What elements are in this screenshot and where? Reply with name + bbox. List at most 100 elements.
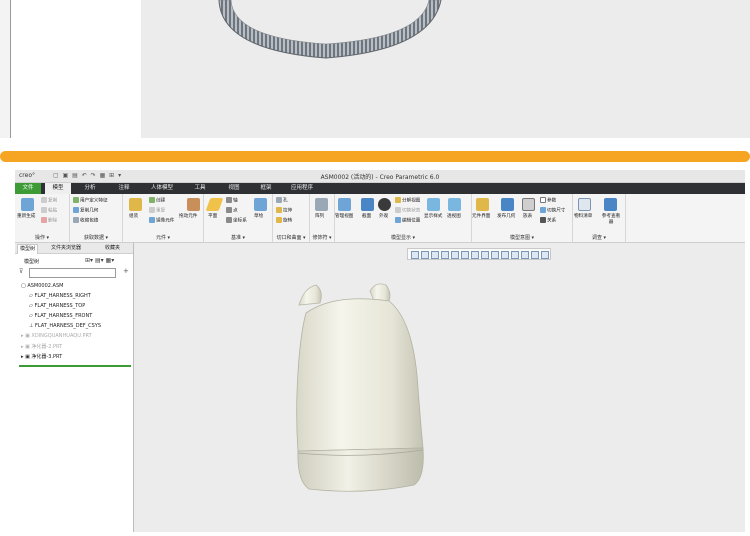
publish-geometry-button[interactable]: 发布几何 (497, 213, 515, 219)
tree-node-datum[interactable]: ▱ FLAT_HARNESS_FRONT (29, 313, 92, 319)
manage-views-button[interactable]: 管理视图 (335, 213, 353, 219)
tree-node-datum[interactable]: ▱ FLAT_HARNESS_TOP (29, 303, 85, 309)
previous-sidebar (10, 0, 142, 138)
tab-tools[interactable]: 工具 (187, 183, 213, 194)
tree-node-part[interactable]: ▸ ▣ 净化器-3.PRT (21, 353, 62, 360)
tree-search-input[interactable] (29, 268, 116, 278)
mirror-icon (149, 217, 155, 223)
publish-geometry-icon (501, 198, 514, 211)
tab-annotate[interactable]: 注释 (111, 183, 137, 194)
group-label-datum: 基准 ▾ (230, 235, 246, 241)
toggle-status-button[interactable]: 切换状态 (395, 207, 420, 214)
explode-view-button[interactable]: 分解视图 (395, 197, 420, 204)
tab-framework[interactable]: 框架 (253, 183, 279, 194)
regenerate-button[interactable]: 重新生成 (17, 213, 35, 219)
drag-component-button[interactable]: 拖动元件 (179, 213, 197, 219)
parameters-icon (540, 197, 546, 203)
filter-icon[interactable]: ⊽ (19, 268, 23, 275)
sketch-button[interactable]: 草绘 (254, 213, 263, 219)
tab-file[interactable]: 文件 (15, 183, 41, 194)
display-style-icon[interactable] (471, 251, 479, 259)
tree-node-datum[interactable]: ▱ FLAT_HARNESS_RIGHT (29, 293, 91, 299)
zoom-in-icon[interactable] (421, 251, 429, 259)
axis-button[interactable]: 轴 (226, 197, 238, 204)
delete-button[interactable]: 删除 (41, 217, 57, 224)
display-style-button[interactable]: 显示样式 (424, 213, 442, 219)
plane-button[interactable]: 平面 (208, 213, 217, 219)
annotation-display-icon[interactable] (521, 251, 529, 259)
view-manager-icon[interactable] (481, 251, 489, 259)
tree-settings-icons[interactable]: ⊞▾ ▤▾ ▦▾ (85, 257, 114, 264)
panel-scrollbar[interactable] (19, 365, 131, 367)
family-table-button[interactable]: 族表 (523, 213, 532, 219)
revolve-button[interactable]: 旋转 (276, 217, 292, 224)
assemble-button[interactable]: 组装 (129, 213, 138, 219)
zoom-out-icon[interactable] (431, 251, 439, 259)
mirror-component-button[interactable]: 镜像元件 (149, 217, 174, 224)
udf-button[interactable]: 用户定义特征 (73, 197, 108, 204)
csys-button[interactable]: 坐标系 (226, 217, 247, 224)
annotation-filter-icon[interactable] (541, 251, 549, 259)
extrude-button[interactable]: 拉伸 (276, 207, 292, 214)
copy-button[interactable]: 复制 (41, 197, 57, 204)
tab-manikin[interactable]: 人体模型 (145, 183, 179, 194)
datum-display-icon[interactable] (511, 251, 519, 259)
point-button[interactable]: 点 (226, 207, 238, 214)
group-investigate: 物料清单 参考查看器 调查 ▾ (573, 194, 626, 242)
group-model-display: 管理视图 截面 外观 分解视图 切换状态 编辑位置 显示样式 透视图 模型显示 … (335, 194, 472, 242)
tree-node-root[interactable]: ▢ ASM0002.ASM (21, 283, 63, 289)
reference-viewer-button[interactable]: 参考查看器 (600, 213, 622, 225)
paste-button[interactable]: 粘贴 (41, 207, 57, 214)
tree-node-csys[interactable]: ⊥ FLAT_HARNESS_DEF_CSYS (29, 323, 101, 329)
sketch-icon (254, 198, 267, 211)
appearance-button[interactable]: 外观 (379, 213, 388, 219)
revolve-icon (276, 217, 282, 223)
spin-center-icon[interactable] (531, 251, 539, 259)
shrinkwrap-button[interactable]: 收缩包络 (73, 217, 98, 224)
graphics-window[interactable] (134, 243, 745, 532)
group-label-model-display: 模型显示 ▾ (390, 235, 416, 241)
saved-views-icon[interactable] (461, 251, 469, 259)
view-orientation-icon[interactable] (451, 251, 459, 259)
tab-favorites[interactable]: 收藏夹 (105, 244, 120, 253)
hole-button[interactable]: 孔 (276, 197, 288, 204)
relations-button[interactable]: 关系 (540, 217, 556, 224)
component-interface-button[interactable]: 元件界面 (472, 213, 490, 219)
tab-model-tree[interactable]: 模型树 (17, 244, 39, 254)
refit-icon[interactable] (411, 251, 419, 259)
copy-geometry-button[interactable]: 复制几何 (73, 207, 98, 214)
tab-model[interactable]: 模型 (45, 183, 71, 194)
repaint-icon[interactable] (441, 251, 449, 259)
group-label-cuts-surfaces: 切口和曲面 ▾ (276, 235, 306, 241)
switch-dimensions-button[interactable]: 切换尺寸 (540, 207, 565, 214)
add-icon[interactable]: + (123, 267, 129, 275)
window-title: ASM0002 (活动的) - Creo Parametric 6.0 (320, 174, 440, 181)
create-button[interactable]: 创建 (149, 197, 165, 204)
perspective-icon (448, 198, 461, 211)
display-style-icon (427, 198, 440, 211)
udf-icon (73, 197, 79, 203)
tab-folder-browser[interactable]: 文件夹浏览器 (51, 244, 81, 253)
bill-of-materials-button[interactable]: 物料清单 (574, 213, 592, 219)
reference-viewer-icon (604, 198, 617, 211)
section-view-icon[interactable] (501, 251, 509, 259)
pattern-button[interactable]: 阵列 (315, 213, 324, 219)
model-render (296, 283, 424, 492)
parameters-button[interactable]: 参数 (540, 197, 556, 204)
group-datum: 平面 轴 点 坐标系 草绘 基准 ▾ (204, 194, 273, 242)
repeat-button[interactable]: 重复 (149, 207, 165, 214)
tab-view[interactable]: 视图 (221, 183, 247, 194)
group-operations: 重新生成 复制 粘贴 删除 操作 ▾ (15, 194, 70, 242)
tab-applications[interactable]: 应用程序 (285, 183, 319, 194)
perspective-button[interactable]: 透视图 (447, 213, 461, 219)
tree-node-part[interactable]: ▸ ▣ XDINGQUANHUAQU.PRT (21, 333, 92, 339)
regenerate-icon (21, 198, 34, 211)
perspective-view-icon[interactable] (491, 251, 499, 259)
section-icon (361, 198, 374, 211)
section-button[interactable]: 截面 (362, 213, 371, 219)
bill-of-materials-icon (578, 198, 591, 211)
tree-node-part[interactable]: ▸ ▣ 净化器-2.PRT (21, 343, 62, 350)
edit-position-button[interactable]: 编辑位置 (395, 217, 420, 224)
tab-analysis[interactable]: 分析 (77, 183, 103, 194)
group-label-investigate: 调查 ▾ (591, 235, 607, 241)
